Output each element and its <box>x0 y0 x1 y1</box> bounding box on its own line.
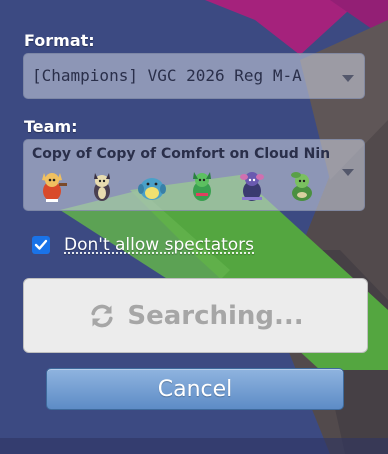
team-label: Team: <box>24 117 78 136</box>
spectators-label[interactable]: Don't allow spectators <box>64 235 254 255</box>
checkmark-icon <box>34 239 48 250</box>
searching-label: Searching... <box>127 300 304 331</box>
form-panel: Format: [Champions] VGC 2026 Reg M-A Tea… <box>0 0 388 454</box>
meowscarada-sprite <box>193 172 211 201</box>
format-dropdown[interactable]: [Champions] VGC 2026 Reg M-A <box>23 53 365 99</box>
format-value: [Champions] VGC 2026 Reg M-A <box>32 66 302 85</box>
chevron-down-icon <box>342 169 354 176</box>
refresh-icon <box>91 304 113 327</box>
spectators-checkbox[interactable] <box>32 236 50 254</box>
team-sprites <box>32 167 322 205</box>
grimmsnarl-sprite <box>240 172 264 201</box>
cancel-button[interactable]: Cancel <box>46 368 344 410</box>
delphox-sprite <box>42 173 67 202</box>
dragonite-sprite <box>138 178 166 200</box>
sinistcha-sprite <box>291 172 312 201</box>
format-label: Format: <box>24 31 95 50</box>
cancel-label: Cancel <box>157 376 233 402</box>
team-dropdown[interactable]: Copy of Copy of Comfort on Cloud Nin <box>23 139 365 211</box>
indeedee-sprite <box>94 173 110 201</box>
matchmaking-panel: Format: [Champions] VGC 2026 Reg M-A Tea… <box>0 0 388 454</box>
team-name: Copy of Copy of Comfort on Cloud Nin <box>32 146 331 162</box>
searching-button[interactable]: Searching... <box>23 278 368 353</box>
chevron-down-icon <box>342 75 354 82</box>
